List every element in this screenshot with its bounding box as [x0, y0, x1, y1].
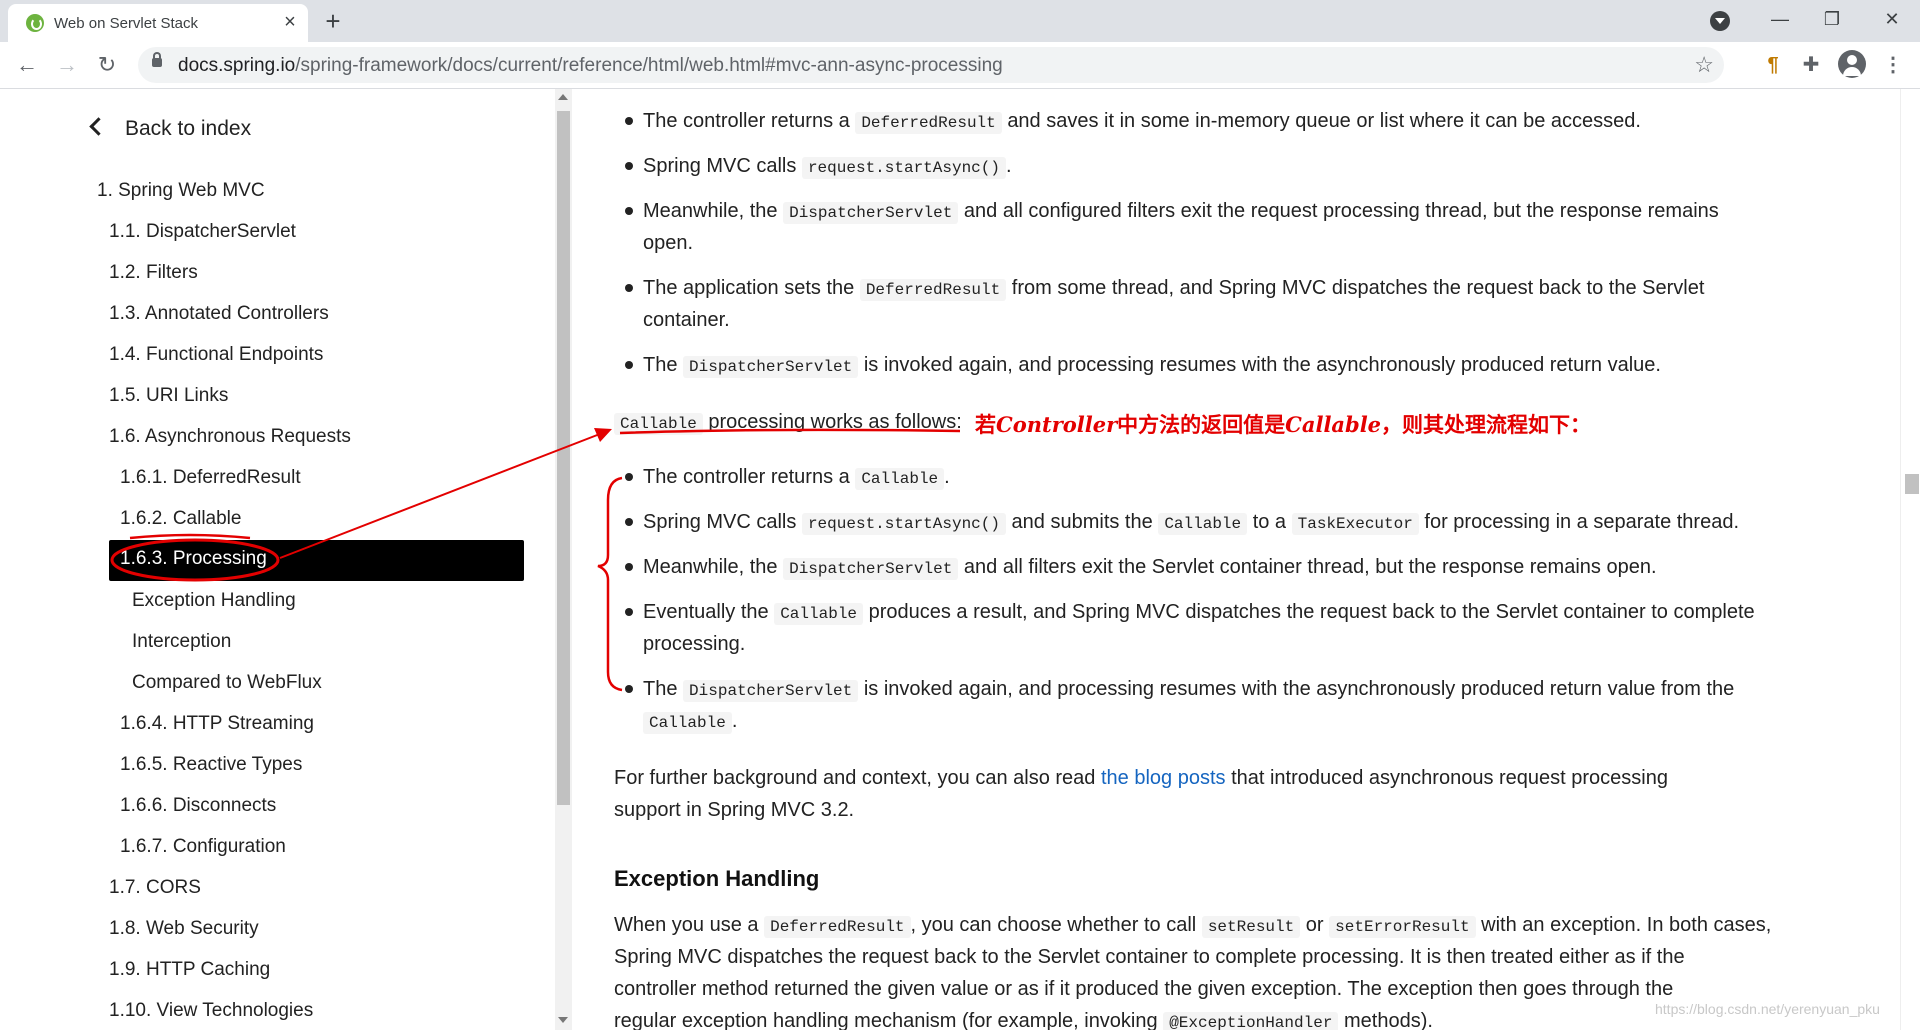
- list-item: The controller returns a DeferredResult …: [643, 110, 1641, 134]
- bookmark-star-icon[interactable]: ☆: [1694, 52, 1714, 78]
- toc-item[interactable]: 1. Spring Web MVC: [97, 180, 265, 202]
- tab-title: Web on Servlet Stack: [54, 15, 198, 32]
- toc-item[interactable]: Interception: [132, 631, 231, 653]
- toc-item[interactable]: 1.6.4. HTTP Streaming: [120, 713, 314, 735]
- browser-tab[interactable]: Web on Servlet Stack ×: [8, 4, 308, 42]
- main-content: The controller returns a DeferredResult …: [580, 89, 1900, 1030]
- bullet: [625, 284, 633, 292]
- list-item: Spring MVC calls request.startAsync().: [643, 155, 1012, 179]
- toc-sidebar: Back to index 1. Spring Web MVC 1.1. Dis…: [0, 89, 542, 1030]
- toc-item[interactable]: 1.8. Web Security: [109, 918, 259, 940]
- list-item: The DispatcherServlet is invoked again, …: [643, 354, 1661, 378]
- list-item-continuation: processing.: [643, 633, 746, 655]
- forward-arrow-icon[interactable]: →: [52, 50, 82, 80]
- watermark: https://blog.csdn.net/yerenyuan_pku: [1655, 1001, 1880, 1017]
- bullet: [625, 207, 633, 215]
- list-item: The application sets the DeferredResult …: [643, 277, 1705, 301]
- list-item: The controller returns a Callable.: [643, 466, 950, 490]
- callable-intro: Callable processing works as follows:: [614, 406, 962, 440]
- toc-item[interactable]: 1.3. Annotated Controllers: [109, 303, 329, 325]
- browser-toolbar: ← → ↻ docs.spring.io/spring-framework/do…: [0, 42, 1920, 89]
- toc-item[interactable]: 1.6.2. Callable: [120, 508, 241, 530]
- exception-paragraph: When you use a DeferredResult, you can c…: [614, 914, 1772, 938]
- toc-item-active[interactable]: 1.6.3. Processing: [109, 540, 524, 581]
- list-item: Eventually the Callable produces a resul…: [643, 601, 1755, 625]
- chevron-left-icon: [89, 117, 108, 136]
- toc-item[interactable]: 1.4. Functional Endpoints: [109, 344, 323, 366]
- tab-search-icon[interactable]: [1710, 11, 1730, 31]
- toc-item[interactable]: 1.7. CORS: [109, 877, 201, 899]
- toc-item[interactable]: 1.9. HTTP Caching: [109, 959, 270, 981]
- back-to-index-link[interactable]: Back to index: [89, 117, 251, 141]
- exception-paragraph-line: Spring MVC dispatches the request back t…: [614, 946, 1685, 968]
- toc-item[interactable]: 1.2. Filters: [109, 262, 198, 284]
- toc-item[interactable]: Compared to WebFlux: [132, 672, 322, 694]
- sidebar-scrollbar[interactable]: [555, 89, 572, 1030]
- bullet: [625, 608, 633, 616]
- bullet: [625, 361, 633, 369]
- blog-posts-link[interactable]: the blog posts: [1101, 767, 1226, 789]
- minimize-button[interactable]: —: [1760, 4, 1800, 34]
- toc-item[interactable]: 1.6.6. Disconnects: [120, 795, 276, 817]
- toc-item[interactable]: Exception Handling: [132, 590, 296, 612]
- toc-item[interactable]: 1.6.5. Reactive Types: [120, 754, 302, 776]
- menu-dots-icon[interactable]: ⋮: [1880, 52, 1906, 78]
- section-heading: Exception Handling: [614, 866, 820, 891]
- toc-item[interactable]: 1.6.7. Configuration: [120, 836, 286, 858]
- bullet: [625, 162, 633, 170]
- toc-item-active-label: 1.6.3. Processing: [120, 548, 267, 569]
- toc-item[interactable]: 1.1. DispatcherServlet: [109, 221, 296, 243]
- lock-icon: [152, 52, 162, 67]
- bullet: [625, 563, 633, 571]
- list-item: The DispatcherServlet is invoked again, …: [643, 678, 1735, 702]
- extension-icon[interactable]: ¶: [1760, 52, 1786, 78]
- scroll-down-arrow-icon[interactable]: [558, 1017, 568, 1023]
- reload-icon[interactable]: ↻: [92, 50, 122, 80]
- background-paragraph-line: support in Spring MVC 3.2.: [614, 799, 855, 821]
- close-icon[interactable]: ×: [280, 12, 300, 32]
- back-arrow-icon[interactable]: ←: [12, 50, 42, 80]
- profile-avatar[interactable]: [1838, 50, 1866, 78]
- bullet: [625, 518, 633, 526]
- scroll-up-arrow-icon[interactable]: [558, 94, 568, 100]
- toc-item[interactable]: 1.6.1. DeferredResult: [120, 467, 301, 489]
- restore-button[interactable]: ❐: [1812, 4, 1852, 34]
- toc-item[interactable]: 1.6. Asynchronous Requests: [109, 426, 351, 448]
- bullet: [625, 117, 633, 125]
- exception-paragraph-line: regular exception handling mechanism (fo…: [614, 1005, 1433, 1030]
- url-text: docs.spring.io/spring-framework/docs/cur…: [178, 55, 1003, 76]
- puzzle-icon[interactable]: ✚: [1798, 52, 1824, 78]
- list-item: Meanwhile, the DispatcherServlet and all…: [643, 556, 1657, 580]
- bullet: [625, 685, 633, 693]
- toc-item[interactable]: 1.10. View Technologies: [109, 1000, 313, 1022]
- list-item-continuation: Callable.: [643, 705, 737, 739]
- spring-leaf-icon: [26, 14, 44, 32]
- list-item-continuation: open.: [643, 232, 694, 254]
- page-scroll-thumb[interactable]: [1905, 474, 1919, 494]
- page-scrollbar[interactable]: [1900, 89, 1920, 1030]
- sidebar-scroll-thumb[interactable]: [557, 111, 570, 805]
- list-item: Spring MVC calls request.startAsync() an…: [643, 511, 1740, 535]
- new-tab-button[interactable]: +: [318, 6, 348, 36]
- window-close-button[interactable]: ✕: [1872, 4, 1912, 34]
- bullet: [625, 473, 633, 481]
- address-bar[interactable]: docs.spring.io/spring-framework/docs/cur…: [138, 47, 1724, 83]
- tab-strip: Web on Servlet Stack × + — ❐ ✕: [0, 0, 1920, 42]
- exception-paragraph-line: controller method returned the given val…: [614, 978, 1674, 1000]
- annotation-text: 若Controller中方法的返回值是Callable，则其处理流程如下：: [975, 412, 1592, 437]
- background-paragraph: For further background and context, you …: [614, 767, 1668, 789]
- list-item: Meanwhile, the DispatcherServlet and all…: [643, 200, 1719, 224]
- list-item-continuation: container.: [643, 309, 730, 331]
- toc-item[interactable]: 1.5. URI Links: [109, 385, 228, 407]
